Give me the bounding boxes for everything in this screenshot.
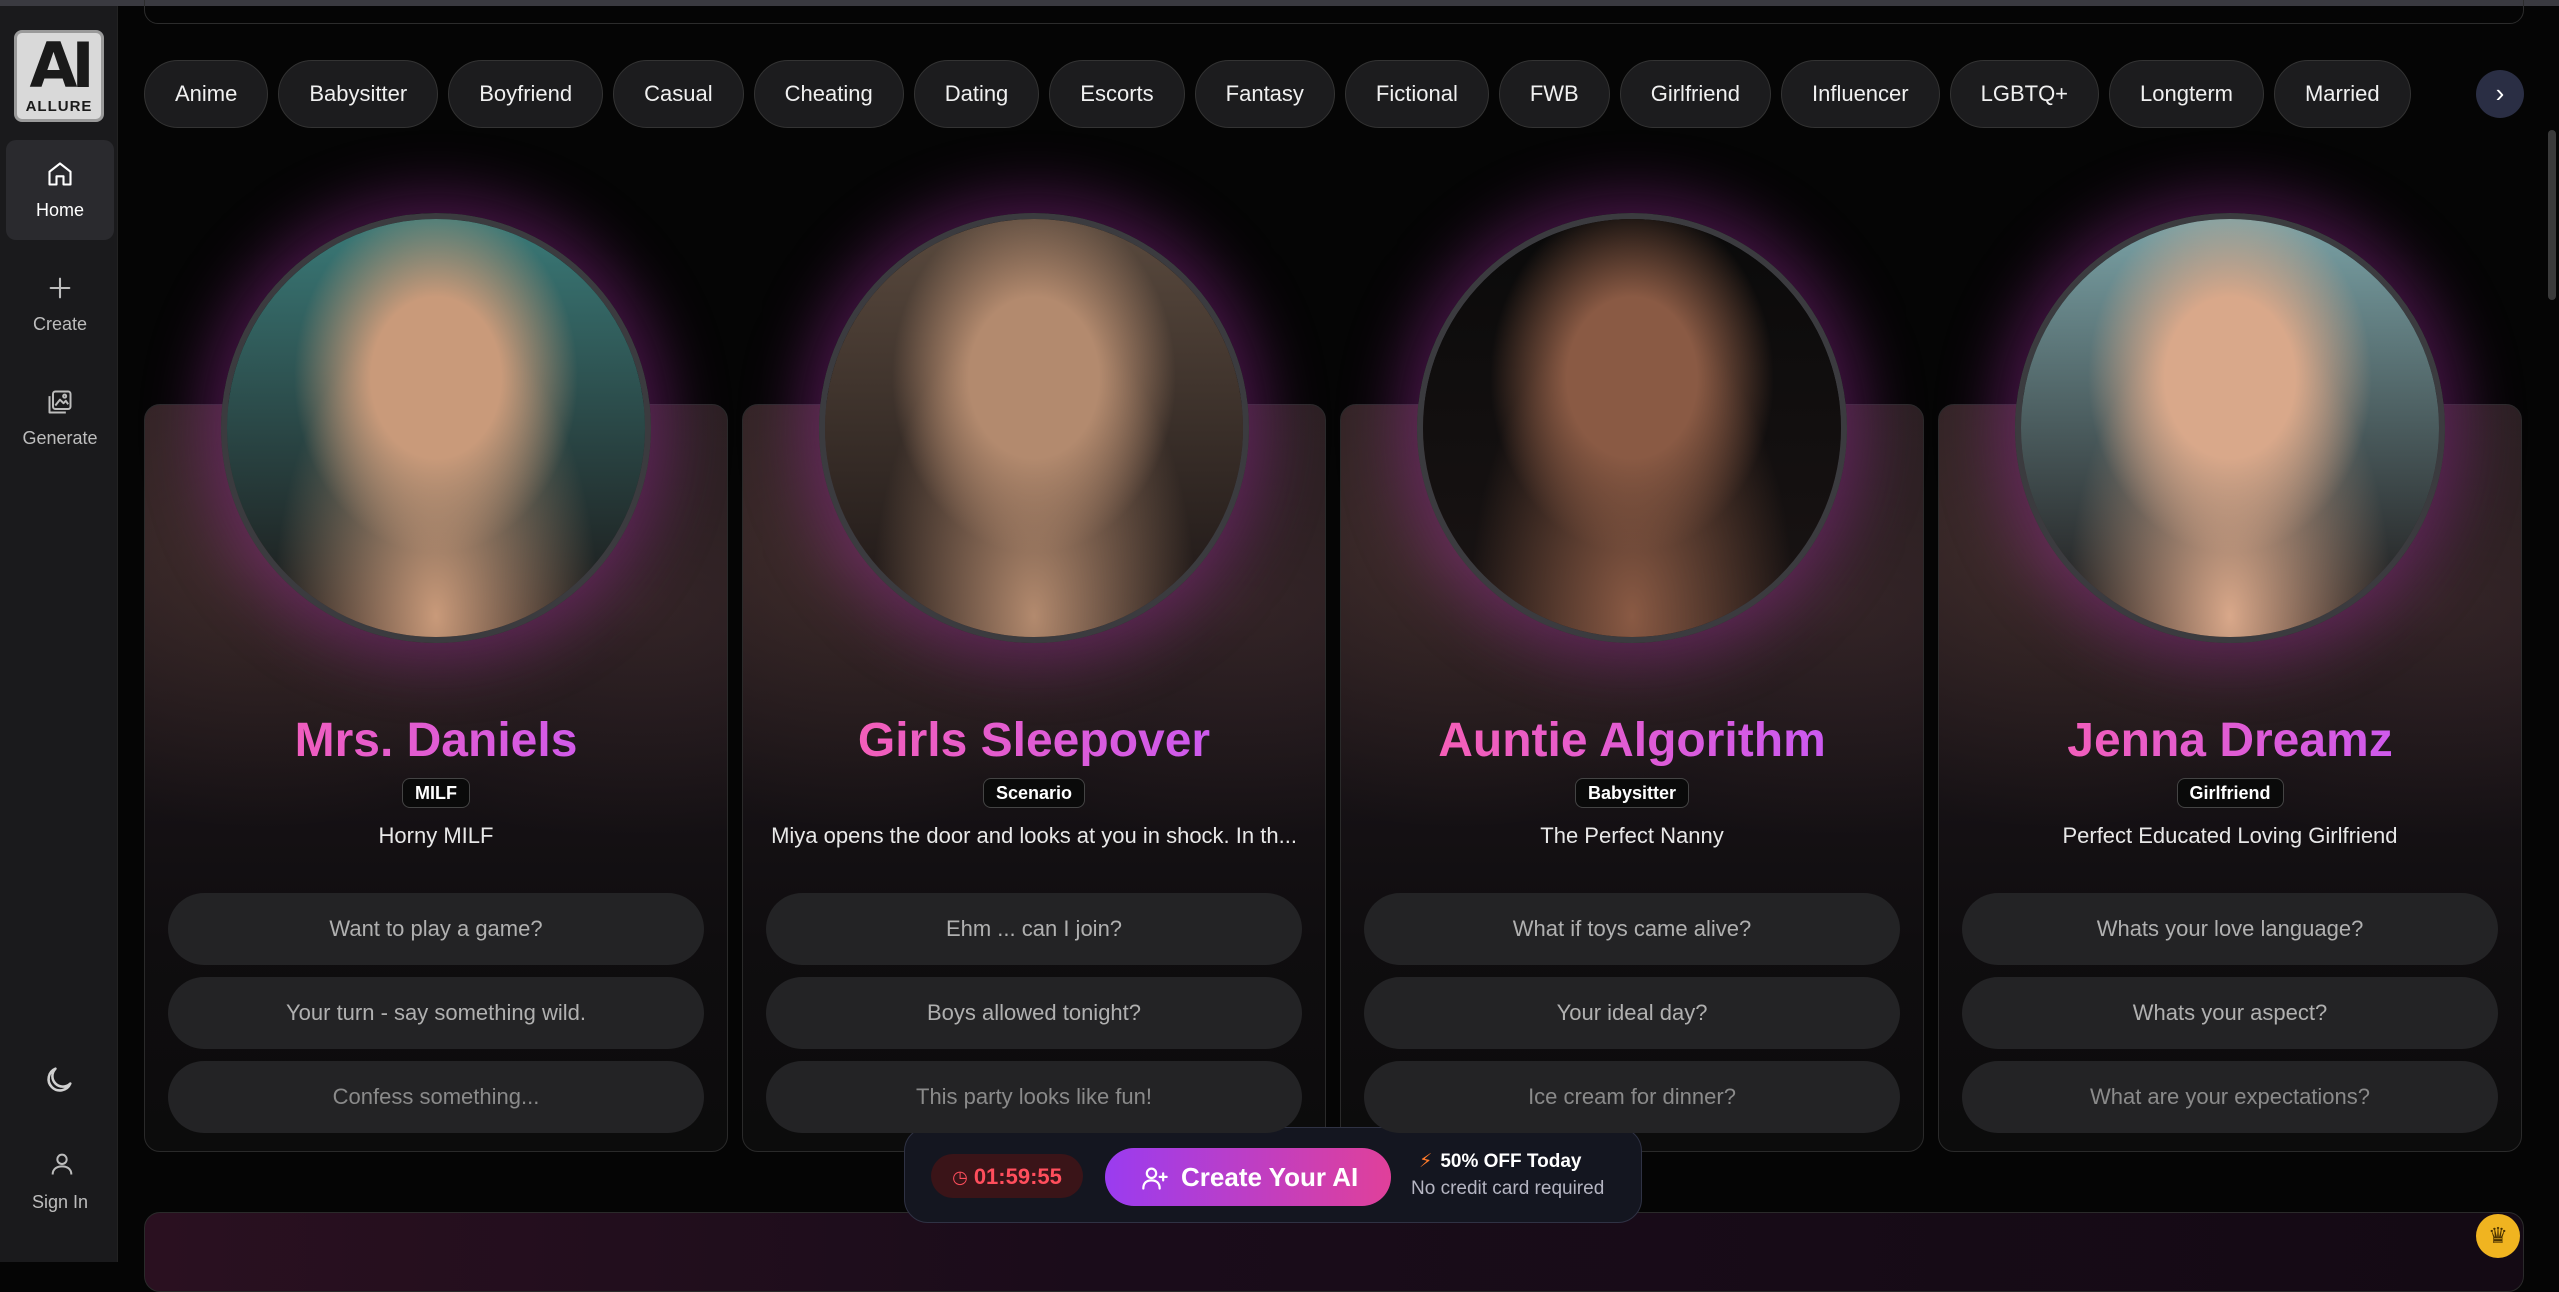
character-tagline: The Perfect Nanny (1540, 823, 1724, 848)
suggested-prompt-button[interactable]: Boys allowed tonight? (766, 977, 1302, 1049)
plus-icon (49, 277, 71, 299)
category-pill[interactable]: Fantasy (1194, 60, 1335, 128)
suggested-prompt-button[interactable]: This party looks like fun! (766, 1061, 1302, 1133)
character-tag-badge: Babysitter (1575, 778, 1690, 808)
create-button-label: Create Your AI (1181, 1162, 1359, 1192)
character-avatar[interactable] (1417, 213, 1847, 643)
sidebar-item-label: Generate (22, 428, 98, 448)
user-icon (51, 1153, 73, 1175)
character-tagline: Miya opens the door and looks at you in … (771, 823, 1297, 848)
add-user-icon (1142, 1167, 1168, 1190)
image-icon (48, 390, 72, 414)
logo-ai-text: AI (29, 30, 94, 102)
offer-subtitle: No credit card required (1411, 1178, 1605, 1199)
allure-logo[interactable]: AI ALLURE (14, 30, 104, 122)
category-pill[interactable]: Escorts (1049, 60, 1185, 128)
suggested-prompt-button[interactable]: Whats your love language? (1962, 893, 2498, 965)
category-pill[interactable]: Babysitter (278, 60, 439, 128)
sidebar-item-label: Create (32, 314, 88, 334)
character-avatar[interactable] (2015, 213, 2445, 643)
category-pill[interactable]: Casual (613, 60, 744, 128)
moon-icon[interactable] (42, 1063, 76, 1097)
sidebar: AI ALLURE Home Create Generate Sign In (0, 6, 118, 1262)
character-tag-badge: Girlfriend (2176, 778, 2284, 808)
sidebar-item-home[interactable]: Home (6, 140, 114, 240)
sign-in-button[interactable]: Sign In (6, 1136, 114, 1236)
crown-icon[interactable]: ♛ (2476, 1214, 2520, 1258)
category-pill[interactable]: Girlfriend (1619, 60, 1771, 128)
category-pill[interactable]: Anime (144, 60, 269, 128)
offer-title: ⚡ 50% OFF Today (1419, 1150, 1581, 1173)
suggested-prompt-button[interactable]: What are your expectations? (1962, 1061, 2498, 1133)
character-name: Auntie Algorithm (1340, 712, 1924, 770)
category-pill[interactable]: Longterm (2109, 60, 2264, 128)
offer-title-text: 50% OFF Today (1440, 1151, 1582, 1172)
home-icon (48, 162, 72, 186)
suggested-prompt-button[interactable]: Whats your aspect? (1962, 977, 2498, 1049)
character-name: Jenna Dreamz (1938, 712, 2522, 770)
category-pill[interactable]: FWB (1498, 60, 1610, 128)
suggested-prompt-button[interactable]: Ehm ... can I join? (766, 893, 1302, 965)
suggested-prompt-button[interactable]: Want to play a game? (168, 893, 704, 965)
category-pill[interactable]: Married (2273, 60, 2411, 128)
suggested-prompt-button[interactable]: Your ideal day? (1364, 977, 1900, 1049)
top-search-area (144, 0, 2524, 24)
character-tag-badge: MILF (402, 778, 470, 808)
suggested-prompt-button[interactable]: Ice cream for dinner? (1364, 1061, 1900, 1133)
chevron-right-icon[interactable]: › (2476, 70, 2524, 118)
character-avatar[interactable] (819, 213, 1249, 643)
category-pill[interactable]: LGBTQ+ (1949, 60, 2100, 128)
suggested-prompt-button[interactable]: Confess something... (168, 1061, 704, 1133)
category-pill[interactable]: Influencer (1780, 60, 1940, 128)
logo-name-text: ALLURE (25, 98, 93, 115)
promo-bar: ◷ 01:59:55 Create Your AI ⚡ 50% OFF Today … (904, 1127, 1642, 1223)
character-name: Mrs. Daniels (144, 712, 728, 770)
category-pill[interactable]: Dating (913, 60, 1040, 128)
suggested-prompt-button[interactable]: What if toys came alive? (1364, 893, 1900, 965)
category-pills: Anime Babysitter Boyfriend Casual Cheating Da… (144, 60, 2524, 130)
timer-value: 01:59:55 (973, 1164, 1062, 1190)
suggested-prompt-button[interactable]: Your turn - say something wild. (168, 977, 704, 1049)
category-pill[interactable]: Cheating (753, 60, 904, 128)
category-pill[interactable]: Boyfriend (448, 60, 604, 128)
countdown-timer: ◷ 01:59:55 (931, 1154, 1083, 1198)
sign-in-label: Sign In (31, 1192, 89, 1212)
lightning-icon: ⚡ (1419, 1151, 1433, 1172)
create-your-ai-button[interactable]: Create Your AI (1105, 1148, 1391, 1206)
scrollbar[interactable] (2548, 130, 2556, 300)
category-pill[interactable]: Fictional (1344, 60, 1489, 128)
character-tagline: Horny MILF (378, 823, 494, 848)
character-name: Girls Sleepover (742, 712, 1326, 770)
featured-banner (144, 1212, 2524, 1292)
sidebar-item-generate[interactable]: Generate (6, 368, 114, 468)
character-avatar[interactable] (221, 213, 651, 643)
character-tag-badge: Scenario (983, 778, 1086, 808)
clock-icon: ◷ (952, 1167, 968, 1188)
sidebar-item-create[interactable]: Create (6, 254, 114, 354)
sidebar-item-label: Home (35, 200, 84, 220)
character-tagline: Perfect Educated Loving Girlfriend (2062, 823, 2398, 848)
